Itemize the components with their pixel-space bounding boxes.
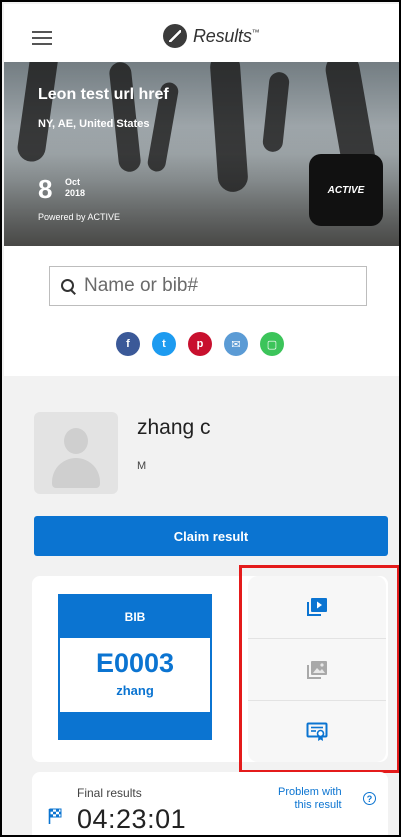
hamburger-menu-icon[interactable] xyxy=(32,31,52,45)
active-badge-logo: ACTIVE xyxy=(309,154,383,226)
app-frame: Results™ Leon test url href NY, AE, Unit… xyxy=(0,0,401,837)
problem-with-result-link[interactable]: Problem with this result xyxy=(278,786,342,812)
email-share-button[interactable]: ✉ xyxy=(224,332,248,356)
twitter-icon: t xyxy=(162,338,166,350)
search-input[interactable] xyxy=(84,275,344,297)
twitter-share-button[interactable]: t xyxy=(152,332,176,356)
search-box[interactable] xyxy=(49,266,367,306)
race-bib: BIB E0003 zhang xyxy=(58,594,212,740)
athlete-name: zhang c xyxy=(137,416,211,439)
problem-link-line1: Problem with xyxy=(278,786,342,798)
help-icon[interactable]: ? xyxy=(363,792,376,805)
bib-footer-strip xyxy=(60,712,210,738)
final-time: 04:23:01 xyxy=(77,804,187,834)
powered-by-text: Powered by ACTIVE xyxy=(38,212,121,222)
avatar-head-icon xyxy=(64,428,88,454)
event-date-day: 8 xyxy=(38,174,53,204)
bib-header: BIB xyxy=(60,596,210,638)
final-results-label: Final results xyxy=(77,786,142,800)
event-date-month: Oct xyxy=(65,177,81,187)
email-icon: ✉ xyxy=(231,338,241,351)
problem-link-line2: this result xyxy=(294,799,342,811)
pinterest-share-button[interactable]: p xyxy=(188,332,212,356)
event-location: NY, AE, United States xyxy=(38,118,150,130)
final-results-card: Final results 04:23:01 Problem with this… xyxy=(32,772,388,835)
athlete-gender: M xyxy=(137,460,147,472)
search-section: f t p ✉ ▢ xyxy=(4,246,399,376)
facebook-icon: f xyxy=(126,338,130,350)
logo-text: Results™ xyxy=(193,25,260,46)
results-logo[interactable]: Results™ xyxy=(163,24,260,48)
top-bar: Results™ xyxy=(4,4,399,62)
event-hero-banner: Leon test url href NY, AE, United States… xyxy=(4,62,399,246)
avatar-body-icon xyxy=(52,458,100,488)
bib-name: zhang xyxy=(116,683,154,698)
athlete-profile: zhang c M Claim result xyxy=(4,376,399,556)
highlight-box xyxy=(239,565,399,773)
event-date-year: 2018 xyxy=(65,188,86,198)
checkered-flag-icon xyxy=(48,808,62,824)
message-share-button[interactable]: ▢ xyxy=(260,332,284,356)
active-logo-icon xyxy=(163,24,187,48)
bib-number: E0003 xyxy=(95,648,175,678)
avatar xyxy=(34,412,118,494)
share-buttons: f t p ✉ ▢ xyxy=(116,332,284,356)
claim-result-button[interactable]: Claim result xyxy=(34,516,388,556)
search-icon xyxy=(60,278,76,294)
message-icon: ▢ xyxy=(266,338,278,351)
facebook-share-button[interactable]: f xyxy=(116,332,140,356)
event-title[interactable]: Leon test url href xyxy=(38,86,169,104)
pinterest-icon: p xyxy=(196,338,204,350)
